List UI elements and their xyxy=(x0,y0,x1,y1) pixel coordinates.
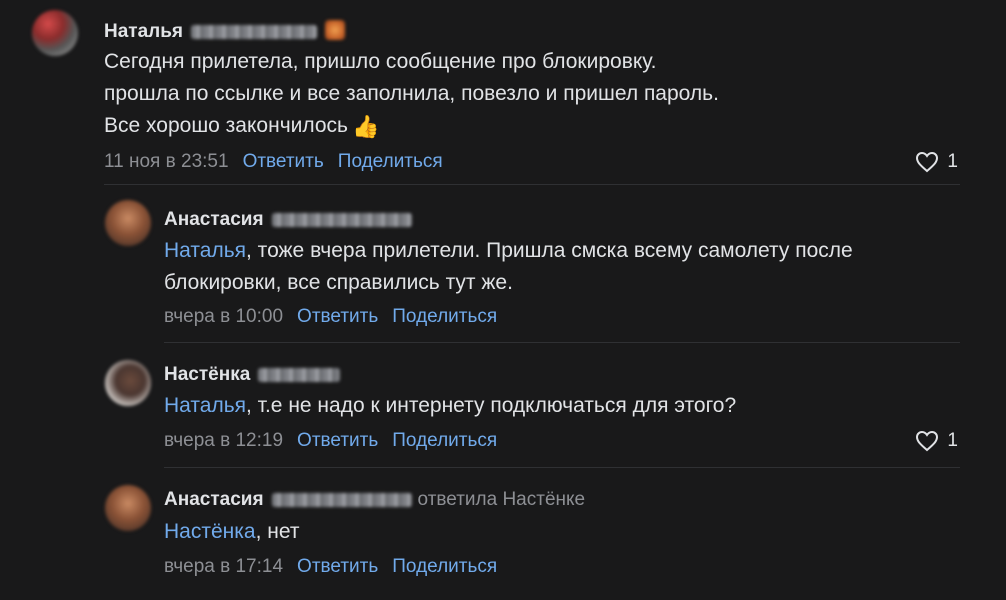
heart-icon xyxy=(916,430,939,452)
thumbs-up-icon: 👍 xyxy=(351,114,380,139)
blurred-surname xyxy=(258,367,341,382)
blurred-surname xyxy=(191,24,317,39)
author-name[interactable]: Настёнка xyxy=(164,364,250,385)
reply-button[interactable]: Ответить xyxy=(297,306,378,327)
like-button[interactable]: 1 xyxy=(915,429,958,453)
avatar[interactable] xyxy=(32,10,78,56)
comment-line: Наталья, тоже вчера прилетели. Пришла см… xyxy=(164,235,853,267)
reply-button[interactable]: Ответить xyxy=(243,151,324,172)
comment-text: Наталья, тоже вчера прилетели. Пришла см… xyxy=(164,235,853,299)
avatar[interactable] xyxy=(105,485,151,531)
author-name[interactable]: Анастасия xyxy=(164,489,264,510)
mention-link[interactable]: Наталья xyxy=(164,394,246,417)
mention-link[interactable]: Наталья xyxy=(164,239,246,262)
comment-date[interactable]: 11 ноя в 23:51 xyxy=(104,151,229,172)
share-button[interactable]: Поделиться xyxy=(338,151,443,172)
share-button[interactable]: Поделиться xyxy=(392,306,497,327)
comment-line-text: , тоже вчера прилетели. Пришла смска все… xyxy=(246,239,853,262)
comment-line-text: , нет xyxy=(255,520,300,543)
comment-header: Настёнка xyxy=(164,363,341,387)
comment-line: блокировки, все справились тут же. xyxy=(164,271,513,294)
reply-button[interactable]: Ответить xyxy=(297,430,378,451)
comment-header: Анастасия xyxy=(164,208,412,232)
comment-line-text: , т.е не надо к интернету подключаться д… xyxy=(246,394,737,417)
avatar[interactable] xyxy=(105,360,151,406)
comment-date[interactable]: вчера в 12:19 xyxy=(164,430,283,451)
author-name[interactable]: Наталья xyxy=(104,21,183,42)
divider xyxy=(164,467,960,468)
comment-meta: 11 ноя в 23:51 Ответить Поделиться xyxy=(104,150,443,174)
heart-icon xyxy=(916,151,939,173)
comment-line: Сегодня прилетела, пришло сообщение про … xyxy=(104,50,657,73)
comment-header: Наталья xyxy=(104,20,345,44)
comment-line: прошла по ссылке и все заполнила, повезл… xyxy=(104,82,719,105)
comment-meta: вчера в 17:14 Ответить Поделиться xyxy=(164,555,497,579)
replied-to-label[interactable]: ответила Настёнке xyxy=(418,489,586,510)
comment-line-text: Все хорошо закончилось xyxy=(104,114,348,137)
author-name[interactable]: Анастасия xyxy=(164,209,264,230)
share-button[interactable]: Поделиться xyxy=(392,556,497,577)
comment-line: Все хорошо закончилось 👍 xyxy=(104,110,719,143)
comment-text: Наталья, т.е не надо к интернету подключ… xyxy=(164,390,736,422)
comment-date[interactable]: вчера в 17:14 xyxy=(164,556,283,577)
divider xyxy=(104,184,960,185)
emoji-icon xyxy=(325,20,345,40)
reply-button[interactable]: Ответить xyxy=(297,556,378,577)
comment-text: Сегодня прилетела, пришло сообщение про … xyxy=(104,46,719,143)
comment-line: Наталья, т.е не надо к интернету подключ… xyxy=(164,390,736,422)
comment-meta: вчера в 10:00 Ответить Поделиться xyxy=(164,305,497,329)
like-count: 1 xyxy=(947,430,958,451)
divider xyxy=(164,342,960,343)
blurred-surname xyxy=(271,212,412,227)
comment-date[interactable]: вчера в 10:00 xyxy=(164,306,283,327)
like-button[interactable]: 1 xyxy=(915,150,958,174)
like-count: 1 xyxy=(947,151,958,172)
avatar[interactable] xyxy=(105,200,151,246)
share-button[interactable]: Поделиться xyxy=(392,430,497,451)
blurred-surname xyxy=(271,492,412,507)
mention-link[interactable]: Настёнка xyxy=(164,520,256,543)
comment-text: Настёнка, нет xyxy=(164,516,299,548)
comment-line: Настёнка, нет xyxy=(164,516,299,548)
comment-header: Анастасия ответила Настёнке xyxy=(164,488,585,512)
comment-meta: вчера в 12:19 Ответить Поделиться xyxy=(164,429,497,453)
